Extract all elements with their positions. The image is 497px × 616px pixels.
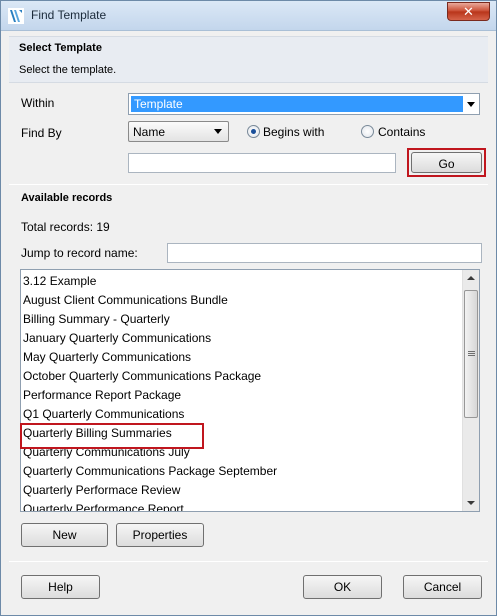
cancel-button-label: Cancel [423, 580, 462, 594]
list-item[interactable]: 3.12 Example [23, 274, 96, 293]
contains-radio[interactable] [361, 125, 374, 138]
list-item[interactable]: Quarterly Performace Review [23, 483, 180, 502]
ok-button-label: OK [333, 580, 352, 594]
list-item[interactable]: October Quarterly Communications Package [23, 369, 261, 388]
find-template-dialog: Find Template ✕ Select Template Select t… [0, 0, 497, 616]
scrollbar-thumb[interactable] [464, 290, 478, 418]
grip-line [468, 351, 475, 352]
list-item[interactable]: May Quarterly Communications [23, 350, 191, 369]
list-item[interactable]: Performance Report Package [23, 388, 181, 407]
close-icon: ✕ [463, 4, 474, 19]
find-by-field-dropdown[interactable]: Name [128, 121, 229, 142]
window-title: Find Template [31, 8, 107, 22]
within-label: Within [21, 96, 55, 110]
record-highlight-box [20, 423, 204, 449]
find-by-field-value: Name [133, 125, 166, 139]
contains-label: Contains [378, 125, 426, 139]
go-highlight-box [407, 148, 486, 177]
grip-line [468, 355, 475, 356]
help-button[interactable]: Help [21, 575, 100, 599]
new-button-label: New [52, 528, 77, 542]
vertical-scrollbar[interactable] [462, 270, 479, 511]
jump-to-record-input[interactable] [167, 243, 482, 263]
scroll-up-icon[interactable] [463, 270, 479, 287]
divider [9, 561, 488, 562]
cancel-button[interactable]: Cancel [403, 575, 482, 599]
jump-to-record-label: Jump to record name: [21, 246, 138, 260]
properties-button[interactable]: Properties [116, 523, 204, 547]
begins-with-label: Begins with [263, 125, 325, 139]
divider [9, 184, 488, 185]
help-button-label: Help [48, 580, 73, 594]
ok-button[interactable]: OK [303, 575, 382, 599]
list-item[interactable]: August Client Communications Bundle [23, 293, 228, 312]
list-item[interactable]: Quarterly Performance Report [23, 502, 184, 511]
new-button[interactable]: New [21, 523, 108, 547]
begins-with-radio[interactable] [247, 125, 260, 138]
available-records-title: Available records [21, 192, 113, 204]
search-input[interactable] [128, 153, 396, 173]
properties-button-label: Properties [132, 528, 188, 542]
app-logo-icon [8, 8, 24, 24]
chevron-down-icon [467, 102, 475, 107]
scroll-down-icon[interactable] [463, 494, 479, 511]
grip-line [468, 353, 475, 354]
header-title: Select Template [19, 42, 102, 54]
total-records-label: Total records: 19 [21, 220, 110, 234]
header-subtitle: Select the template. [19, 64, 117, 76]
title-bar: Find Template ✕ [1, 1, 496, 31]
chevron-down-icon [214, 129, 222, 134]
list-item[interactable]: January Quarterly Communications [23, 331, 211, 350]
close-button[interactable]: ✕ [447, 2, 490, 21]
list-item[interactable]: Billing Summary - Quarterly [23, 312, 170, 331]
dialog-header: Select Template Select the template. [9, 36, 488, 83]
within-dropdown[interactable]: Template [128, 93, 480, 115]
find-by-label: Find By [21, 126, 62, 140]
records-list[interactable]: 3.12 Example August Client Communication… [20, 269, 480, 512]
within-selected-value: Template [131, 96, 463, 112]
list-item[interactable]: Quarterly Communications Package Septemb… [23, 464, 277, 483]
